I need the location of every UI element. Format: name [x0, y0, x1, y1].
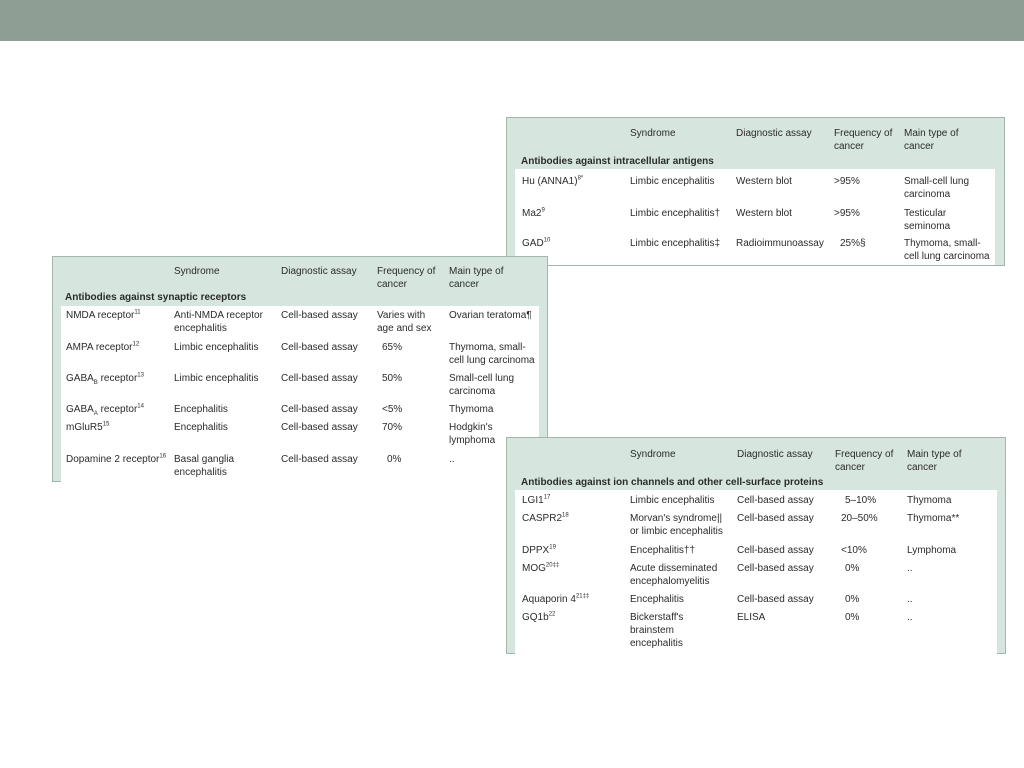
syndrome-cell: Bickerstaff's brainstem encephalitis: [630, 612, 684, 649]
frequency-cell: <10%: [841, 545, 867, 556]
syndrome-cell: Limbic encephalitis‡: [630, 238, 721, 249]
table-ion-channels: Syndrome Diagnostic assay Frequency of c…: [506, 437, 1006, 654]
antibody-cell: GAD10: [522, 237, 551, 249]
frequency-cell: >95%: [834, 176, 860, 187]
syndrome-cell: Encephalitis: [174, 422, 228, 433]
assay-cell: Western blot: [736, 176, 792, 187]
header-cancer: Main type of cancer: [904, 128, 959, 152]
section-title: Antibodies against synaptic receptors: [65, 292, 247, 303]
assay-cell: Cell-based assay: [737, 495, 814, 506]
assay-cell: Cell-based assay: [281, 422, 358, 433]
syndrome-cell: Acute disseminated encephalomyelitis: [630, 563, 718, 587]
cancer-cell: Small-cell lung carcinoma: [904, 176, 970, 200]
cancer-cell: Thymoma, small- cell lung carcinoma: [904, 238, 990, 262]
cancer-cell: Thymoma: [449, 404, 494, 415]
frequency-cell: 0%: [387, 454, 402, 465]
section-title: Antibodies against intracellular antigen…: [521, 156, 714, 167]
header-syndrome: Syndrome: [630, 128, 676, 139]
syndrome-cell: Limbic encephalitis: [174, 373, 259, 384]
syndrome-cell: Limbic encephalitis: [630, 176, 715, 187]
antibody-cell: GABAB receptor13: [66, 372, 144, 386]
cancer-cell: Lymphoma: [907, 545, 957, 556]
antibody-cell: NMDA receptor11: [66, 309, 141, 321]
header-cancer: Main type of cancer: [907, 449, 962, 473]
table-body: Hu (ANNA1)8* Limbic encephalitis Western…: [515, 169, 995, 265]
frequency-cell: 25%§: [840, 238, 866, 249]
assay-cell: Radioimmunoassay: [736, 238, 824, 249]
antibody-cell: GQ1b22: [522, 611, 556, 623]
syndrome-cell: Morvan's syndrome|| or limbic encephalit…: [630, 513, 723, 537]
assay-cell: Cell-based assay: [737, 545, 814, 556]
cancer-cell: ..: [449, 454, 455, 465]
cancer-cell: Testicular seminoma: [904, 208, 951, 232]
frequency-cell: 65%: [382, 342, 403, 353]
frequency-cell: 70%: [382, 422, 403, 433]
antibody-cell: LGI117: [522, 494, 551, 506]
section-title: Antibodies against ion channels and othe…: [521, 477, 824, 488]
assay-cell: Cell-based assay: [281, 404, 358, 415]
antibody-cell: GABAA receptor14: [66, 403, 144, 417]
header-syndrome: Syndrome: [630, 449, 676, 460]
table-body: LGI117 Limbic encephalitis Cell-based as…: [515, 490, 997, 654]
frequency-cell: >95%: [834, 208, 860, 219]
frequency-cell: Varies with age and sex: [377, 310, 432, 334]
syndrome-cell: Limbic encephalitis†: [630, 208, 721, 219]
frequency-cell: 0%: [845, 612, 860, 623]
antibody-cell: Hu (ANNA1)8*: [522, 175, 584, 187]
assay-cell: Cell-based assay: [737, 594, 814, 605]
frequency-cell: 0%: [845, 594, 860, 605]
frequency-cell: 50%: [382, 373, 403, 384]
frequency-cell: 0%: [845, 563, 860, 574]
header-syndrome: Syndrome: [174, 266, 220, 277]
assay-cell: Cell-based assay: [281, 310, 358, 321]
assay-cell: Western blot: [736, 208, 792, 219]
assay-cell: Cell-based assay: [737, 563, 814, 574]
antibody-cell: MOG20‡‡: [522, 562, 560, 574]
antibody-cell: mGluR515: [66, 421, 110, 433]
antibody-cell: AMPA receptor12: [66, 341, 140, 353]
header-assay: Diagnostic assay: [736, 128, 812, 139]
assay-cell: Cell-based assay: [281, 373, 358, 384]
cancer-cell: Ovarian teratoma¶: [449, 310, 532, 321]
frequency-cell: <5%: [382, 404, 403, 415]
cancer-cell: Thymoma**: [907, 513, 960, 524]
cancer-cell: ..: [907, 612, 913, 623]
syndrome-cell: Basal ganglia encephalitis: [174, 454, 235, 478]
top-banner: [0, 0, 1024, 41]
antibody-cell: CASPR218: [522, 512, 569, 524]
syndrome-cell: Limbic encephalitis: [174, 342, 259, 353]
antibody-cell: Aquaporin 421‡‡: [522, 593, 590, 605]
assay-cell: Cell-based assay: [281, 342, 358, 353]
antibody-cell: DPPX19: [522, 544, 556, 556]
cancer-cell: ..: [907, 594, 913, 605]
cancer-cell: Thymoma: [907, 495, 952, 506]
header-frequency: Frequency of cancer: [377, 266, 436, 290]
cancer-cell: Small-cell lung carcinoma: [449, 373, 515, 397]
antibody-cell: Dopamine 2 receptor16: [66, 453, 167, 465]
table-body: NMDA receptor11 Anti-NMDA receptor encep…: [61, 306, 539, 482]
assay-cell: Cell-based assay: [737, 513, 814, 524]
table-synaptic-receptors: Syndrome Diagnostic assay Frequency of c…: [52, 256, 548, 482]
header-frequency: Frequency of cancer: [834, 128, 893, 152]
header-cancer: Main type of cancer: [449, 266, 504, 290]
antibody-cell: Ma29: [522, 207, 545, 219]
syndrome-cell: Encephalitis: [630, 594, 684, 605]
syndrome-cell: Limbic encephalitis: [630, 495, 715, 506]
cancer-cell: Hodgkin's lymphoma: [449, 422, 496, 446]
syndrome-cell: Anti-NMDA receptor encephalitis: [174, 310, 263, 334]
frequency-cell: 20–50%: [841, 513, 878, 524]
syndrome-cell: Encephalitis: [174, 404, 228, 415]
cancer-cell: ..: [907, 563, 913, 574]
assay-cell: ELISA: [737, 612, 766, 623]
frequency-cell: 5–10%: [845, 495, 877, 506]
header-frequency: Frequency of cancer: [835, 449, 894, 473]
table-intracellular-antigens: Syndrome Diagnostic assay Frequency of c…: [506, 117, 1005, 266]
header-assay: Diagnostic assay: [737, 449, 813, 460]
header-assay: Diagnostic assay: [281, 266, 357, 277]
cancer-cell: Thymoma, small- cell lung carcinoma: [449, 342, 535, 366]
assay-cell: Cell-based assay: [281, 454, 358, 465]
syndrome-cell: Encephalitis††: [630, 545, 696, 556]
